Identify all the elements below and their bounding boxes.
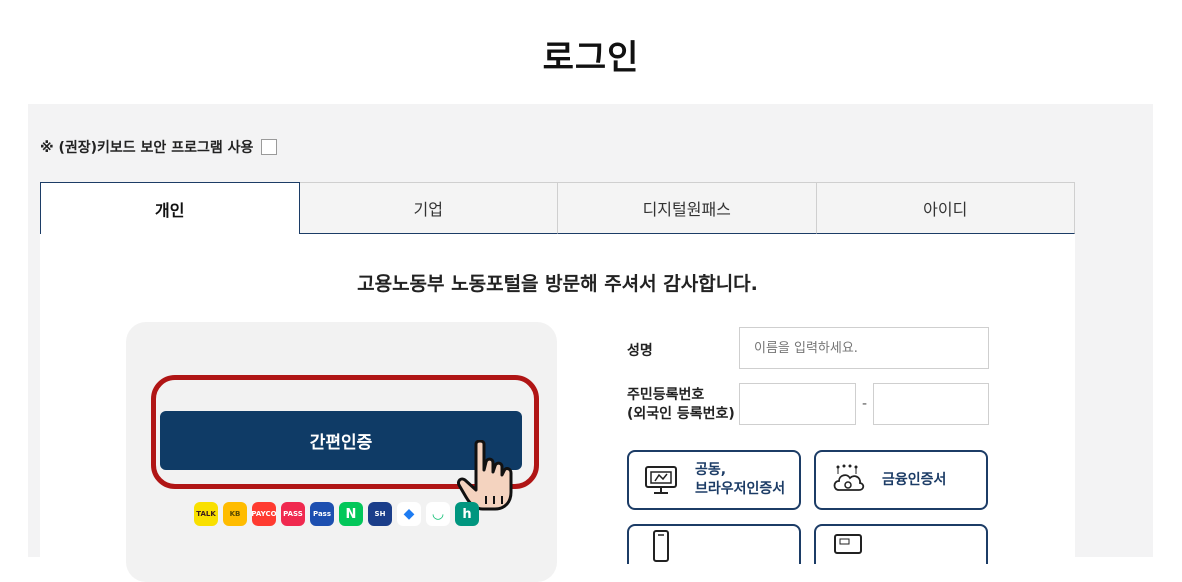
welcome-message: 고용노동부 노동포털을 방문해 주셔서 감사합니다. — [357, 273, 758, 295]
pc-certificate-button[interactable] — [814, 524, 988, 564]
cloud-certificate-icon — [833, 464, 865, 491]
shinhan-app-icon: SH — [368, 502, 392, 526]
monitor-certificate-icon — [645, 466, 677, 494]
tab-personal[interactable]: 개인 — [40, 182, 300, 234]
keyboard-security-row: ※ (권장)키보드 보안 프로그램 사용 — [40, 137, 278, 157]
kakaotalk-app-icon: TALK — [194, 502, 218, 526]
rrn-front-input[interactable] — [739, 383, 856, 425]
laptop-icon — [834, 534, 862, 554]
rrn-label-line1: 주민등록번호 — [627, 387, 705, 403]
tab-id[interactable]: 아이디 — [816, 182, 1075, 234]
keyboard-security-label: ※ (권장)키보드 보안 프로그램 사용 — [40, 140, 254, 156]
financial-certificate-button[interactable]: 금융인증서 — [814, 450, 988, 510]
financial-certificate-label: 금융인증서 — [882, 471, 947, 488]
joint-certificate-button[interactable]: 공동, 브라우저인증서 — [627, 450, 801, 510]
rrn-label-line2: (외국인 등록번호) — [627, 406, 735, 422]
banksalad-app-icon: ◡ — [426, 502, 450, 526]
samsung-pass-app-icon: Pass — [310, 502, 334, 526]
page-title: 로그인 — [542, 38, 640, 78]
joint-certificate-label-line1: 공동, — [695, 462, 727, 478]
joint-certificate-label-line2: 브라우저인증서 — [695, 481, 786, 497]
simple-auth-box: 간편인증 TALK KB PAYCO PASS Pass N SH ◆ ◡ h — [126, 322, 557, 582]
naver-app-icon: N — [339, 502, 363, 526]
name-label: 성명 — [627, 343, 653, 359]
tab-business[interactable]: 기업 — [299, 182, 558, 234]
pass-app-icon: PASS — [281, 502, 305, 526]
payco-app-icon: PAYCO — [252, 502, 276, 526]
tab-digital-onepass[interactable]: 디지털원패스 — [558, 182, 817, 234]
name-input[interactable] — [739, 327, 989, 369]
mobile-certificate-button[interactable] — [627, 524, 801, 564]
tab-content: 고용노동부 노동포털을 방문해 주셔서 감사합니다. 간편인증 TALK KB PA… — [40, 234, 1075, 582]
rrn-back-input[interactable] — [873, 383, 989, 425]
mobile-phone-icon — [653, 530, 669, 562]
toss-app-icon: ◆ — [397, 502, 421, 526]
hana-app-icon: h — [455, 502, 479, 526]
auth-app-icons: TALK KB PAYCO PASS Pass N SH ◆ ◡ h — [194, 502, 479, 526]
login-type-tabs: 개인 기업 디지털원패스 아이디 — [40, 182, 1075, 234]
kb-app-icon: KB — [223, 502, 247, 526]
keyboard-security-checkbox[interactable] — [261, 139, 278, 155]
rrn-separator: - — [862, 396, 868, 412]
